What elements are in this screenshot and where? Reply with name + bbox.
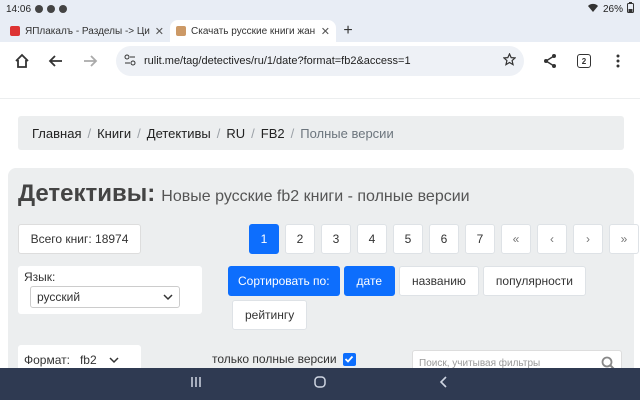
sort-by-date-button[interactable]: дате (343, 266, 395, 296)
home-nav-button[interactable] (313, 375, 327, 394)
breadcrumb-current: Полные версии (300, 125, 394, 141)
page-button-2[interactable]: 2 (285, 224, 315, 254)
home-button[interactable] (8, 47, 36, 75)
notification-icon (47, 5, 56, 13)
system-navigation-bar (0, 368, 640, 400)
page-button-1[interactable]: 1 (249, 224, 279, 254)
wifi-icon (587, 3, 599, 16)
breadcrumb-books[interactable]: Книги (97, 126, 131, 141)
total-books-count: Всего книг: 18974 (18, 224, 141, 254)
browser-tab[interactable]: ЯПлакалъ - Разделы -> Цит ✕ (4, 20, 170, 42)
bookmark-star-icon[interactable] (502, 52, 517, 69)
tab-title: Скачать русские книги жан (191, 25, 316, 37)
battery-level: 26% (602, 3, 623, 15)
more-vert-icon (616, 54, 620, 68)
breadcrumb-ru[interactable]: RU (226, 126, 245, 141)
full-versions-label: только полные версии (212, 352, 337, 366)
last-page-button[interactable]: » (609, 224, 639, 254)
divider (0, 98, 640, 99)
battery-icon (627, 2, 634, 16)
search-placeholder: Поиск, учитывая фильтры (419, 357, 541, 369)
breadcrumb: Главная / Книги / Детективы / RU / FB2 /… (18, 116, 624, 150)
back-nav-button[interactable] (437, 375, 451, 394)
page-button-3[interactable]: 3 (321, 224, 351, 254)
home-icon (15, 53, 29, 68)
url-text[interactable]: rulit.me/tag/detectives/ru/1/date?format… (144, 55, 495, 67)
full-versions-filter: только полные версии (212, 352, 356, 366)
chevron-down-icon (109, 357, 119, 364)
web-page: Главная / Книги / Детективы / RU / FB2 /… (0, 80, 640, 368)
search-input[interactable]: Поиск, учитывая фильтры (412, 350, 622, 368)
home-circle-icon (314, 375, 326, 388)
sort-by-rating-button[interactable]: рейтингу (232, 300, 308, 330)
tab-switcher-button[interactable]: 2 (570, 47, 598, 75)
status-time: 14:06 (6, 3, 32, 15)
browser-tab-strip: ЯПлакалъ - Разделы -> Цит ✕ Скачать русс… (0, 18, 640, 42)
full-versions-checkbox[interactable] (342, 352, 356, 366)
back-button[interactable] (42, 47, 70, 75)
breadcrumb-home[interactable]: Главная (32, 126, 81, 141)
back-arrow-icon (48, 55, 62, 67)
page-button-6[interactable]: 6 (429, 224, 459, 254)
page-title: Детективы: Новые русские fb2 книги - пол… (18, 180, 470, 208)
share-icon (544, 54, 556, 68)
pagination: 1 2 3 4 5 6 7 « ‹ › » (249, 224, 639, 254)
forward-arrow-icon (84, 55, 98, 67)
favicon-icon (176, 26, 186, 36)
format-label: Формат: (24, 353, 70, 367)
next-page-button[interactable]: › (573, 224, 603, 254)
prev-page-button[interactable]: ‹ (537, 224, 567, 254)
sort-options: Сортировать по: дате названию популярнос… (228, 266, 587, 296)
sort-by-title-button[interactable]: названию (399, 266, 479, 296)
tab-title: ЯПлакалъ - Разделы -> Цит (25, 25, 150, 37)
recent-apps-button[interactable] (189, 375, 203, 394)
search-icon (601, 356, 615, 368)
breadcrumb-detectives[interactable]: Детективы (147, 126, 211, 141)
breadcrumb-fb2[interactable]: FB2 (261, 126, 285, 141)
page-button-7[interactable]: 7 (465, 224, 495, 254)
address-bar[interactable]: rulit.me/tag/detectives/ru/1/date?format… (116, 46, 524, 76)
page-title-main: Детективы: (18, 180, 156, 207)
page-button-4[interactable]: 4 (357, 224, 387, 254)
format-select[interactable]: fb2 (80, 353, 119, 367)
browser-tab-active[interactable]: Скачать русские книги жан ✕ (170, 20, 336, 42)
language-select[interactable]: русский (30, 286, 180, 308)
page-button-5[interactable]: 5 (393, 224, 423, 254)
recent-apps-icon (191, 376, 201, 387)
check-icon (344, 355, 354, 363)
first-page-button[interactable]: « (501, 224, 531, 254)
language-label: Язык: (24, 270, 56, 284)
close-tab-icon[interactable]: ✕ (155, 25, 164, 38)
new-tab-button[interactable]: + (336, 20, 360, 42)
favicon-icon (10, 26, 20, 36)
forward-button[interactable] (76, 47, 104, 75)
chevron-down-icon (163, 294, 173, 301)
system-status-bar: 14:06 26% (0, 0, 640, 18)
format-filter: Формат: fb2 (18, 345, 141, 368)
notification-icon (35, 5, 44, 13)
language-filter: Язык: русский (18, 266, 202, 314)
share-button[interactable] (536, 47, 564, 75)
sort-by-label: Сортировать по: (228, 266, 340, 296)
sort-by-popularity-button[interactable]: популярности (482, 266, 587, 296)
menu-button[interactable] (604, 47, 632, 75)
tab-count: 2 (577, 54, 591, 68)
browser-toolbar: rulit.me/tag/detectives/ru/1/date?format… (0, 42, 640, 80)
sort-options-row2: рейтингу (232, 300, 308, 330)
language-value: русский (37, 290, 81, 304)
close-tab-icon[interactable]: ✕ (321, 25, 330, 38)
page-title-sub: Новые русские fb2 книги - полные версии (161, 188, 470, 205)
site-settings-icon[interactable] (124, 54, 136, 69)
notification-icon (59, 5, 68, 13)
format-value: fb2 (79, 353, 97, 367)
back-chevron-icon (439, 375, 447, 388)
